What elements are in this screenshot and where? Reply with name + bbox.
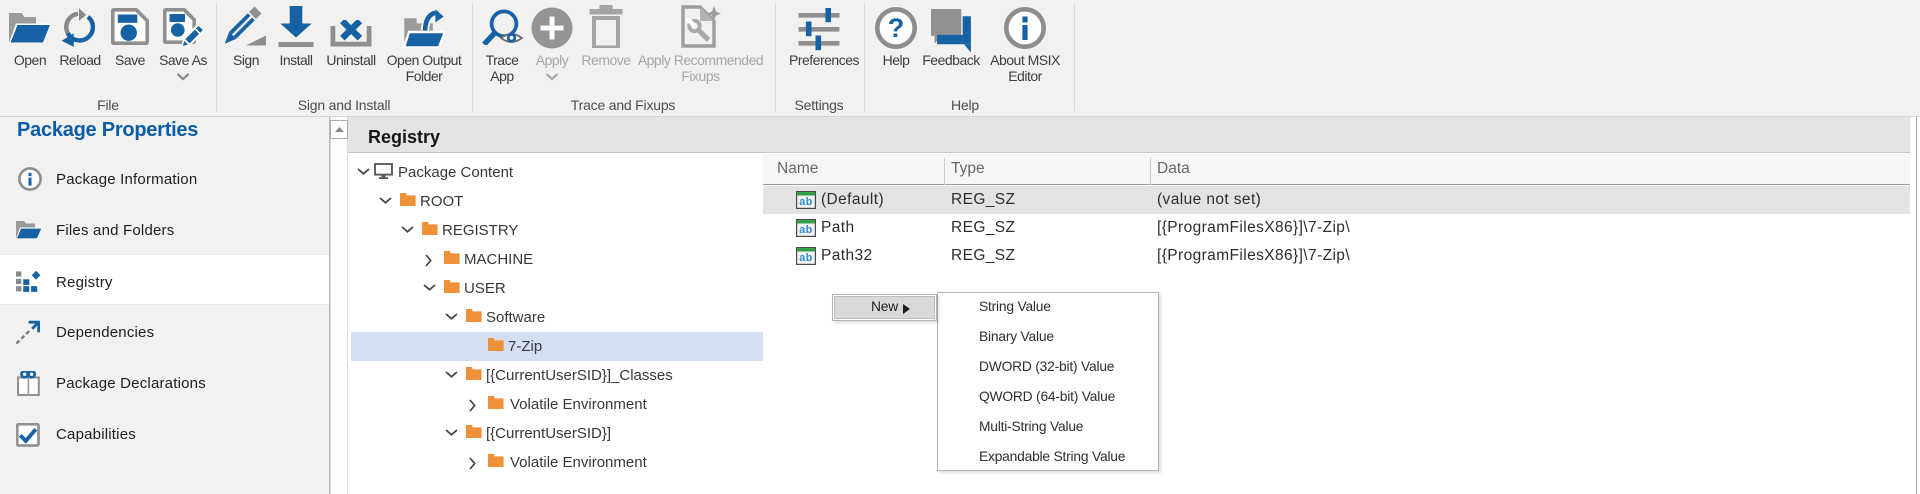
- svg-text:ab: ab: [799, 223, 812, 235]
- svg-text:ab: ab: [799, 195, 812, 207]
- svg-text:?: ?: [888, 13, 905, 43]
- svg-text:ab: ab: [799, 251, 812, 263]
